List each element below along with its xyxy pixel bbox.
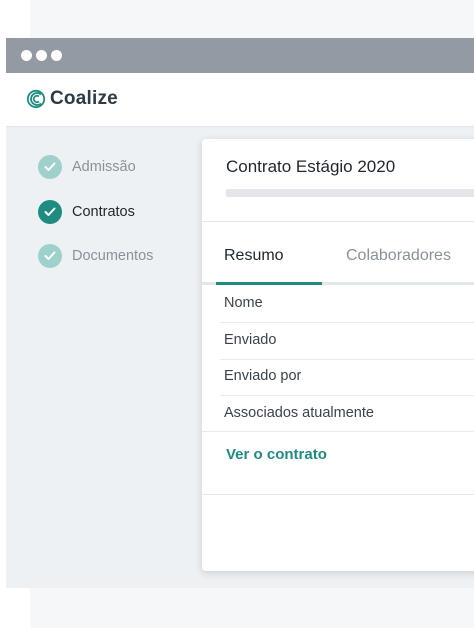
field-associados: Associados atualmente [224, 405, 374, 421]
tab-resumo[interactable]: Resumo [224, 247, 284, 265]
divider [202, 221, 474, 222]
brand-name: Coalize [50, 88, 118, 109]
window-titlebar [6, 38, 474, 73]
contract-card: Contrato Estágio 2020 Resumo Colaborador… [202, 139, 474, 571]
step-label: Documentos [72, 248, 154, 264]
window-dot-icon [36, 50, 47, 61]
step-contratos[interactable]: Contratos [38, 200, 135, 224]
divider [220, 395, 474, 396]
divider [202, 494, 474, 495]
contract-title: Contrato Estágio 2020 [226, 157, 396, 176]
step-admissao[interactable]: Admissão [38, 155, 136, 179]
field-nome: Nome [224, 295, 263, 311]
field-enviado-por: Enviado por [224, 368, 302, 384]
tab-colaboradores[interactable]: Colaboradores [346, 247, 451, 265]
tab-active-indicator [216, 282, 322, 285]
loading-placeholder [226, 189, 474, 197]
app-window: Coalize Admissão Contratos Documentos Co… [6, 38, 474, 588]
check-icon [38, 244, 62, 268]
divider [220, 322, 474, 323]
divider [202, 431, 474, 432]
step-label: Contratos [72, 204, 135, 220]
field-enviado: Enviado [224, 332, 277, 348]
check-icon [38, 200, 62, 224]
step-documentos[interactable]: Documentos [38, 244, 153, 268]
step-label: Admissão [72, 159, 136, 175]
coalize-logo-icon [26, 89, 46, 109]
window-dot-icon [51, 50, 62, 61]
window-dot-icon [21, 50, 32, 61]
brand-logo[interactable]: Coalize [26, 88, 118, 110]
view-contract-link[interactable]: Ver o contrato [226, 446, 327, 463]
check-icon [38, 155, 62, 179]
divider [220, 359, 474, 360]
